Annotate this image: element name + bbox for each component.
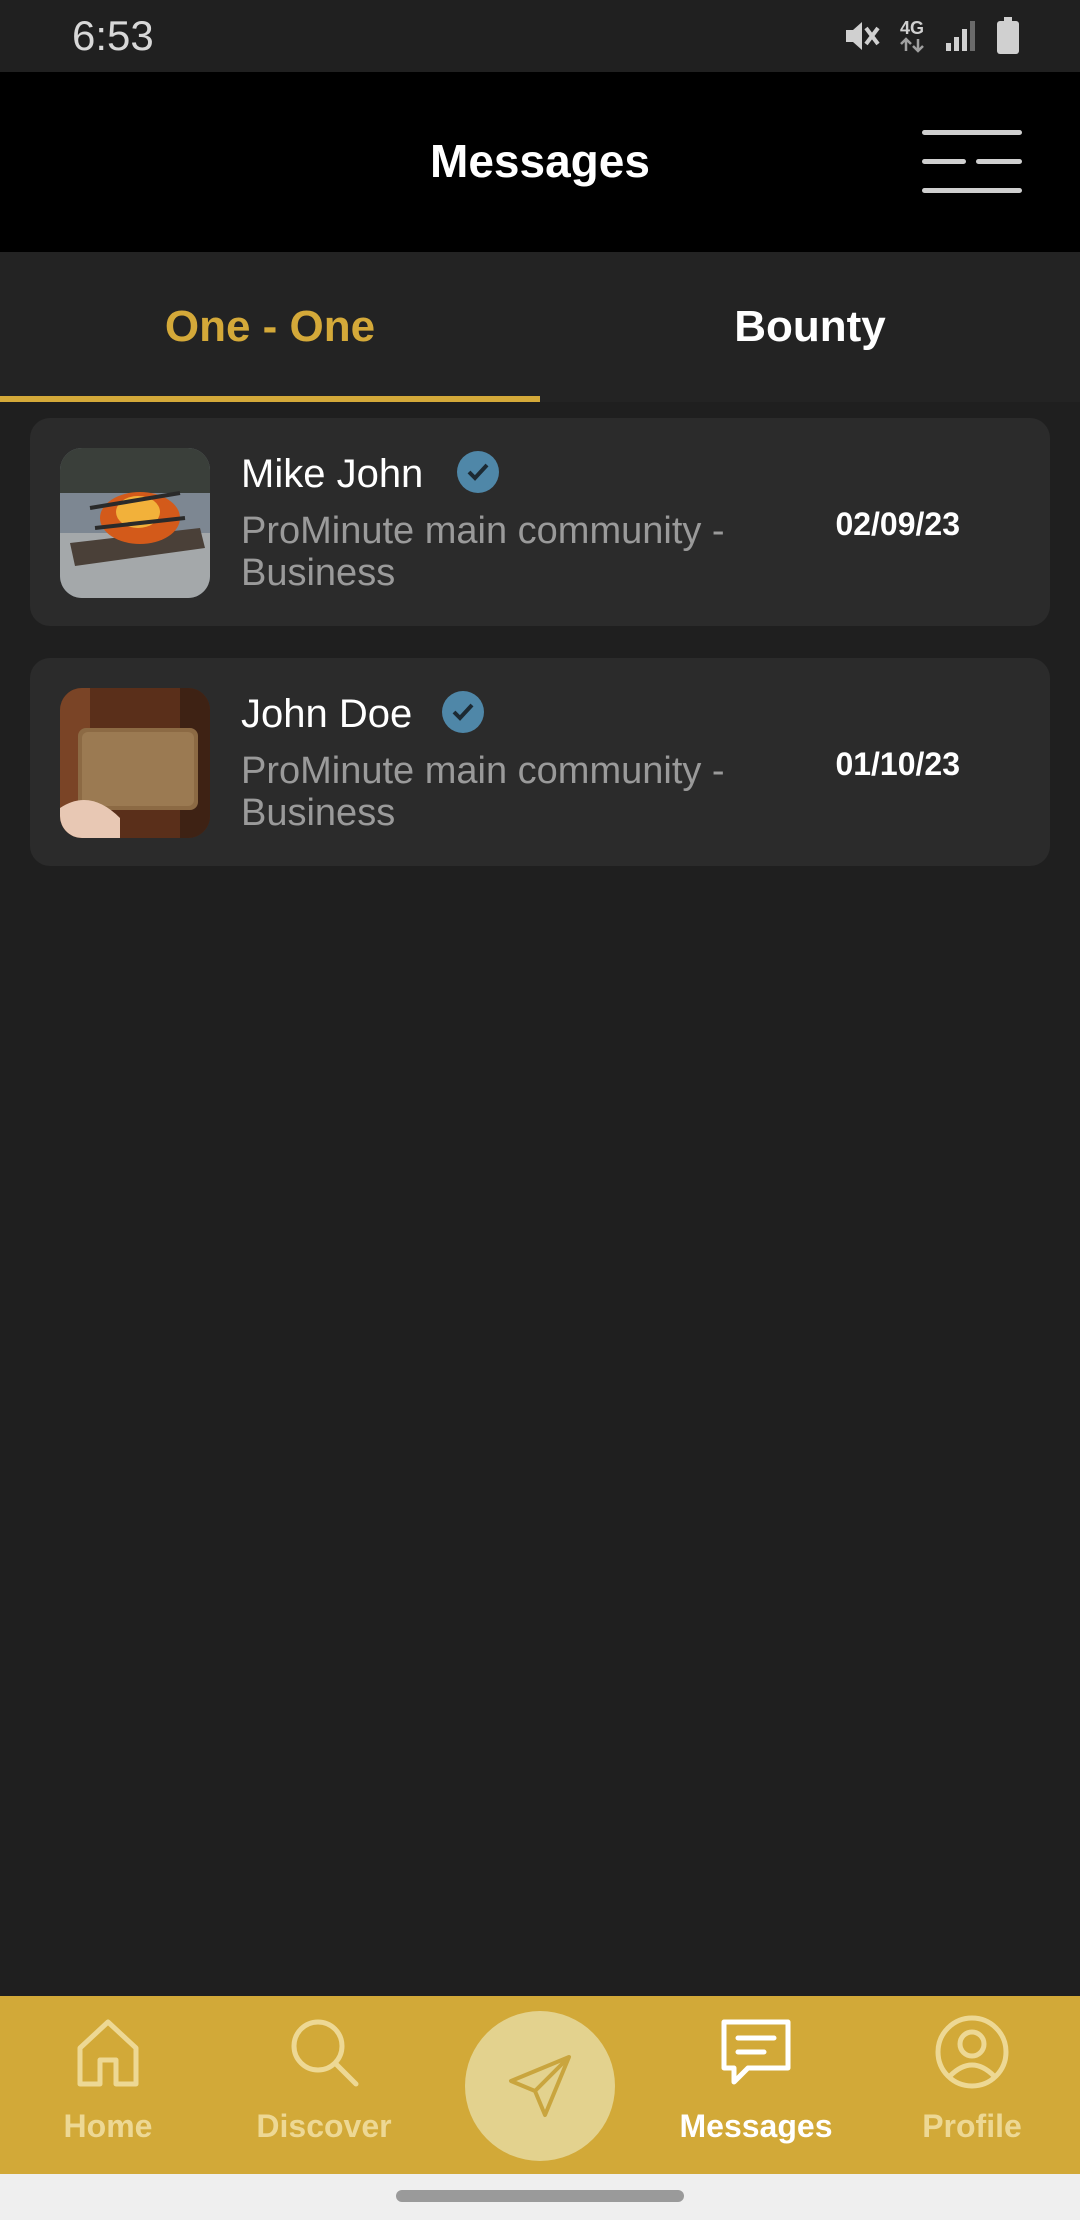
conversation-subtitle: ProMinute main community - Business [241, 510, 725, 594]
network-4g-icon: 4G [898, 19, 926, 53]
nav-home[interactable]: Home [0, 1996, 216, 2174]
tab-bounty[interactable]: Bounty [540, 252, 1080, 402]
status-icons: 4G [842, 14, 1020, 58]
battery-icon [997, 17, 1019, 54]
active-tab-indicator [0, 396, 540, 402]
nav-label: Profile [922, 2108, 1022, 2144]
campfire-photo [60, 448, 210, 598]
home-gesture-bar[interactable] [396, 2190, 684, 2202]
search-icon [291, 2019, 359, 2087]
bottom-nav: Home Discover Messages Profile [0, 1996, 1080, 2174]
home-icon [77, 2019, 139, 2087]
hamburger-menu-icon [922, 130, 1022, 193]
status-time: 6:53 [72, 12, 154, 59]
message-tabs: One - One Bounty [0, 252, 1080, 402]
app-header: Messages [0, 72, 1080, 252]
conversation-subtitle: ProMinute main community - Business [241, 750, 725, 834]
conversation-date: 01/10/23 [835, 746, 960, 782]
verified-icon [457, 451, 499, 493]
tab-one-one[interactable]: One - One [0, 252, 540, 402]
avatar [60, 448, 210, 598]
contact-name: Mike John [241, 452, 424, 496]
message-icon [721, 2019, 791, 2085]
status-bar: 6:53 4G [0, 0, 1080, 72]
nav-profile[interactable]: Profile [864, 1996, 1080, 2174]
conversation-list: Mike John ProMinute main community - Bus… [30, 418, 1050, 898]
nav-label: Home [63, 2108, 153, 2144]
leather-wallet-photo [60, 688, 210, 838]
avatar [60, 688, 210, 838]
verified-icon [442, 691, 484, 733]
nav-messages[interactable]: Messages [648, 1996, 864, 2174]
profile-icon [935, 2015, 1009, 2089]
nav-label: Messages [679, 2108, 833, 2144]
conversation-item[interactable]: John Doe ProMinute main community - Busi… [30, 658, 1050, 866]
conversation-date: 02/09/23 [835, 506, 960, 542]
page-title: Messages [430, 135, 650, 187]
menu-button[interactable] [920, 124, 1026, 200]
network-label: 4G [899, 18, 924, 38]
gesture-area [0, 2174, 1080, 2220]
conversation-item[interactable]: Mike John ProMinute main community - Bus… [30, 418, 1050, 626]
nav-label: Discover [256, 2108, 392, 2144]
data-arrows-icon [900, 37, 924, 53]
send-button[interactable] [465, 2011, 615, 2161]
nav-discover[interactable]: Discover [216, 1996, 432, 2174]
contact-name: John Doe [241, 692, 413, 736]
send-icon [509, 2055, 571, 2117]
signal-icon [946, 21, 975, 51]
mute-icon [846, 22, 880, 50]
